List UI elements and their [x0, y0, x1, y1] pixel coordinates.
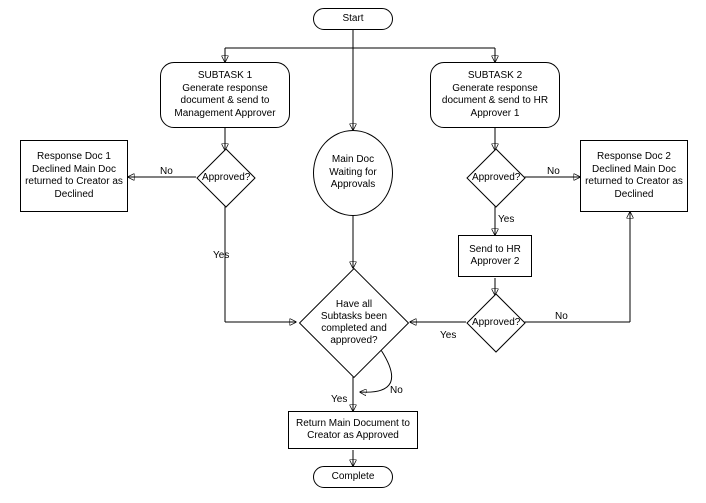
approved-2-label: Approved?: [472, 172, 520, 184]
decision-approved-3: Approved?: [466, 293, 525, 352]
main-doc-waiting-label: Main Doc Waiting for Approvals: [318, 154, 388, 192]
process-declined-2: Response Doc 2 Declined Main Doc returne…: [580, 140, 688, 212]
declined-2-label: Response Doc 2 Declined Main Doc returne…: [585, 151, 683, 201]
edge-label-yes-2: Yes: [498, 214, 514, 225]
edge-label-no-4: No: [390, 385, 403, 396]
process-declined-1: Response Doc 1 Declined Main Doc returne…: [20, 140, 128, 212]
flowchart-canvas: Start SUBTASK 1 Generate response docume…: [0, 0, 706, 503]
return-approved-label: Return Main Document to Creator as Appro…: [293, 418, 413, 443]
declined-1-label: Response Doc 1 Declined Main Doc returne…: [25, 151, 123, 201]
subtask-1-title: SUBTASK 1: [198, 70, 252, 81]
terminator-start: Start: [313, 8, 393, 30]
process-subtask-1: SUBTASK 1 Generate response document & s…: [160, 62, 290, 128]
decision-all-subtasks-complete: Have all Subtasks been completed and app…: [299, 268, 409, 378]
terminator-complete: Complete: [313, 466, 393, 488]
approved-1-label: Approved?: [202, 172, 250, 184]
edge-label-no-2: No: [547, 166, 560, 177]
edge-label-no-3: No: [555, 311, 568, 322]
send-hr-2-label: Send to HR Approver 2: [463, 244, 527, 269]
decision-approved-1: Approved?: [196, 148, 255, 207]
start-label: Start: [342, 13, 363, 26]
subtask-1-text: SUBTASK 1 Generate response document & s…: [165, 70, 285, 120]
edge-label-no-1: No: [160, 166, 173, 177]
complete-label: Complete: [332, 471, 375, 484]
edge-label-yes-3: Yes: [440, 330, 456, 341]
approved-3-label: Approved?: [472, 317, 520, 329]
state-main-doc-waiting: Main Doc Waiting for Approvals: [313, 130, 393, 216]
subtask-2-title: SUBTASK 2: [468, 70, 522, 81]
edge-label-yes-4: Yes: [331, 394, 347, 405]
subtask-2-text: SUBTASK 2 Generate response document & s…: [435, 70, 555, 120]
process-send-hr-approver-2: Send to HR Approver 2: [458, 235, 532, 277]
all-complete-label: Have all Subtasks been completed and app…: [316, 299, 392, 347]
edge-label-yes-1: Yes: [213, 250, 229, 261]
process-return-approved: Return Main Document to Creator as Appro…: [288, 411, 418, 449]
subtask-2-body: Generate response document & send to HR …: [442, 83, 548, 119]
process-subtask-2: SUBTASK 2 Generate response document & s…: [430, 62, 560, 128]
decision-approved-2: Approved?: [466, 148, 525, 207]
subtask-1-body: Generate response document & send to Man…: [174, 83, 275, 119]
